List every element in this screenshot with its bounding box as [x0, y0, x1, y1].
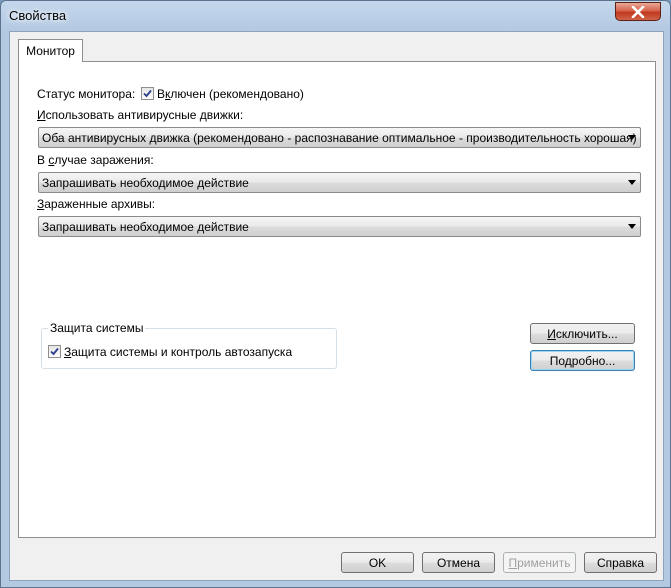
- system-protection-checkbox-box[interactable]: [48, 345, 61, 358]
- system-protection-checkbox[interactable]: Защита системы и контроль автозапуска: [48, 345, 292, 359]
- tab-monitor-label: Монитор: [26, 44, 75, 58]
- infection-label: В случае заражения:: [37, 153, 154, 167]
- infection-action-dropdown[interactable]: Запрашивать необходимое действие: [38, 172, 641, 193]
- monitor-enabled-checkbox-box[interactable]: [141, 87, 154, 100]
- monitor-status-label: Статус монитора:: [37, 87, 136, 101]
- close-button[interactable]: [615, 2, 661, 21]
- details-button[interactable]: Подробно...: [530, 350, 635, 371]
- tab-monitor[interactable]: Монитор: [18, 39, 83, 62]
- chevron-down-icon: [628, 135, 636, 140]
- infected-archives-value: Запрашивать необходимое действие: [42, 220, 249, 234]
- dialog-client-area: Монитор Статус монитора: Включен (рекоме…: [9, 31, 664, 581]
- infected-archives-dropdown[interactable]: Запрашивать необходимое действие: [38, 216, 641, 237]
- engines-dropdown-value: Оба антивирусных движка (рекомендовано -…: [42, 131, 637, 145]
- engines-label: Использовать антивирусные движки:: [37, 108, 244, 122]
- infected-archives-label: Зараженные архивы:: [37, 197, 156, 211]
- cancel-button[interactable]: Отмена: [422, 552, 495, 573]
- cancel-button-label: Отмена: [436, 555, 481, 570]
- ok-button[interactable]: OK: [341, 552, 414, 573]
- title-bar[interactable]: Свойства: [1, 1, 670, 31]
- system-protection-group-title: Защита системы: [48, 321, 146, 335]
- details-button-label: Подробно...: [549, 353, 616, 368]
- system-protection-group: Защита системы Защита системы и контроль…: [41, 321, 337, 369]
- apply-button[interactable]: Применить: [503, 552, 576, 573]
- monitor-tab-panel: Статус монитора: Включен (рекомендовано)…: [18, 61, 656, 538]
- ok-button-label: OK: [368, 555, 387, 570]
- chevron-down-icon: [628, 180, 636, 185]
- infection-action-value: Запрашивать необходимое действие: [42, 176, 249, 190]
- window-title: Свойства: [9, 8, 67, 23]
- monitor-enabled-checkbox[interactable]: Включен (рекомендовано): [141, 87, 304, 101]
- close-icon: [631, 5, 645, 18]
- help-button-label: Справка: [596, 555, 645, 570]
- properties-dialog: Свойства Монитор Статус монитора: Включе…: [0, 0, 671, 588]
- exclude-button[interactable]: Исключить...: [530, 323, 635, 344]
- system-protection-checkbox-label: Защита системы и контроль автозапуска: [64, 345, 293, 359]
- exclude-button-label: Исключить...: [547, 326, 618, 341]
- help-button[interactable]: Справка: [584, 552, 657, 573]
- engines-dropdown[interactable]: Оба антивирусных движка (рекомендовано -…: [38, 127, 641, 148]
- checkmark-icon: [50, 347, 59, 356]
- chevron-down-icon: [628, 224, 636, 229]
- monitor-enabled-label: Включен (рекомендовано): [157, 87, 304, 101]
- checkmark-icon: [143, 89, 152, 98]
- apply-button-label: Применить: [508, 555, 571, 570]
